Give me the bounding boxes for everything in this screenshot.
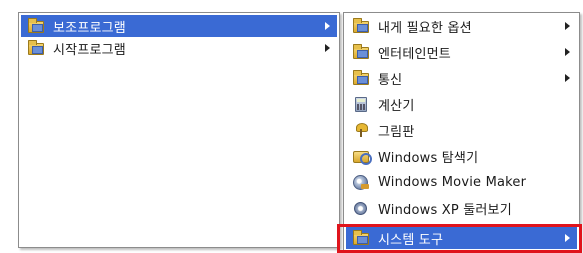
folder-icon — [352, 70, 370, 86]
submenu-arrow-icon — [563, 234, 571, 242]
submenu-arrow-icon — [323, 22, 331, 30]
menu-item-label: 계산기 — [378, 98, 415, 114]
menu-item-accessories[interactable]: 보조프로그램 — [21, 15, 337, 37]
menu-item-label: Windows Movie Maker — [378, 174, 527, 190]
menu-item-label: Windows XP 둘러보기 — [378, 202, 512, 218]
menu-item-label: 엔터테인먼트 — [378, 46, 451, 62]
folder-icon — [27, 18, 45, 34]
explorer-icon — [352, 148, 372, 165]
menu-item-label: 보조프로그램 — [53, 20, 126, 36]
folder-icon — [352, 230, 370, 246]
accessories-parent-menu: 보조프로그램 시작프로그램 — [18, 12, 340, 248]
menu-item-communications[interactable]: 통신 — [346, 67, 577, 89]
menu-item-startup[interactable]: 시작프로그램 — [21, 37, 337, 59]
menu-item-calculator[interactable]: 계산기 — [346, 93, 577, 115]
accessories-submenu: 내게 필요한 옵션 엔터테인먼트 통신 계산기 그림판 Windows 탐색기 … — [343, 12, 580, 252]
folder-icon — [27, 40, 45, 56]
media-icon — [352, 200, 370, 216]
folder-icon — [352, 18, 370, 34]
movie-maker-icon — [352, 174, 370, 190]
menu-item-label: 시작프로그램 — [53, 42, 126, 58]
menu-item-system-tools[interactable]: 시스템 도구 — [346, 227, 577, 249]
menu-item-label: 내게 필요한 옵션 — [378, 20, 472, 36]
menu-item-label: Windows 탐색기 — [378, 150, 479, 166]
paint-icon — [352, 122, 370, 138]
submenu-arrow-icon — [323, 44, 331, 52]
menu-item-windows-explorer[interactable]: Windows 탐색기 — [346, 145, 577, 167]
folder-icon — [352, 44, 370, 60]
menu-item-entertainment[interactable]: 엔터테인먼트 — [346, 41, 577, 63]
menu-item-label: 시스템 도구 — [378, 232, 444, 248]
menu-item-label: 통신 — [378, 72, 403, 88]
menu-item-movie-maker[interactable]: Windows Movie Maker — [346, 171, 577, 193]
submenu-arrow-icon — [563, 22, 571, 30]
submenu-arrow-icon — [563, 48, 571, 56]
calculator-icon — [352, 96, 370, 112]
menu-item-accessibility[interactable]: 내게 필요한 옵션 — [346, 15, 577, 37]
menu-item-paint[interactable]: 그림판 — [346, 119, 577, 141]
submenu-arrow-icon — [563, 74, 571, 82]
menu-item-xp-tour[interactable]: Windows XP 둘러보기 — [346, 197, 577, 219]
menu-item-label: 그림판 — [378, 124, 415, 140]
